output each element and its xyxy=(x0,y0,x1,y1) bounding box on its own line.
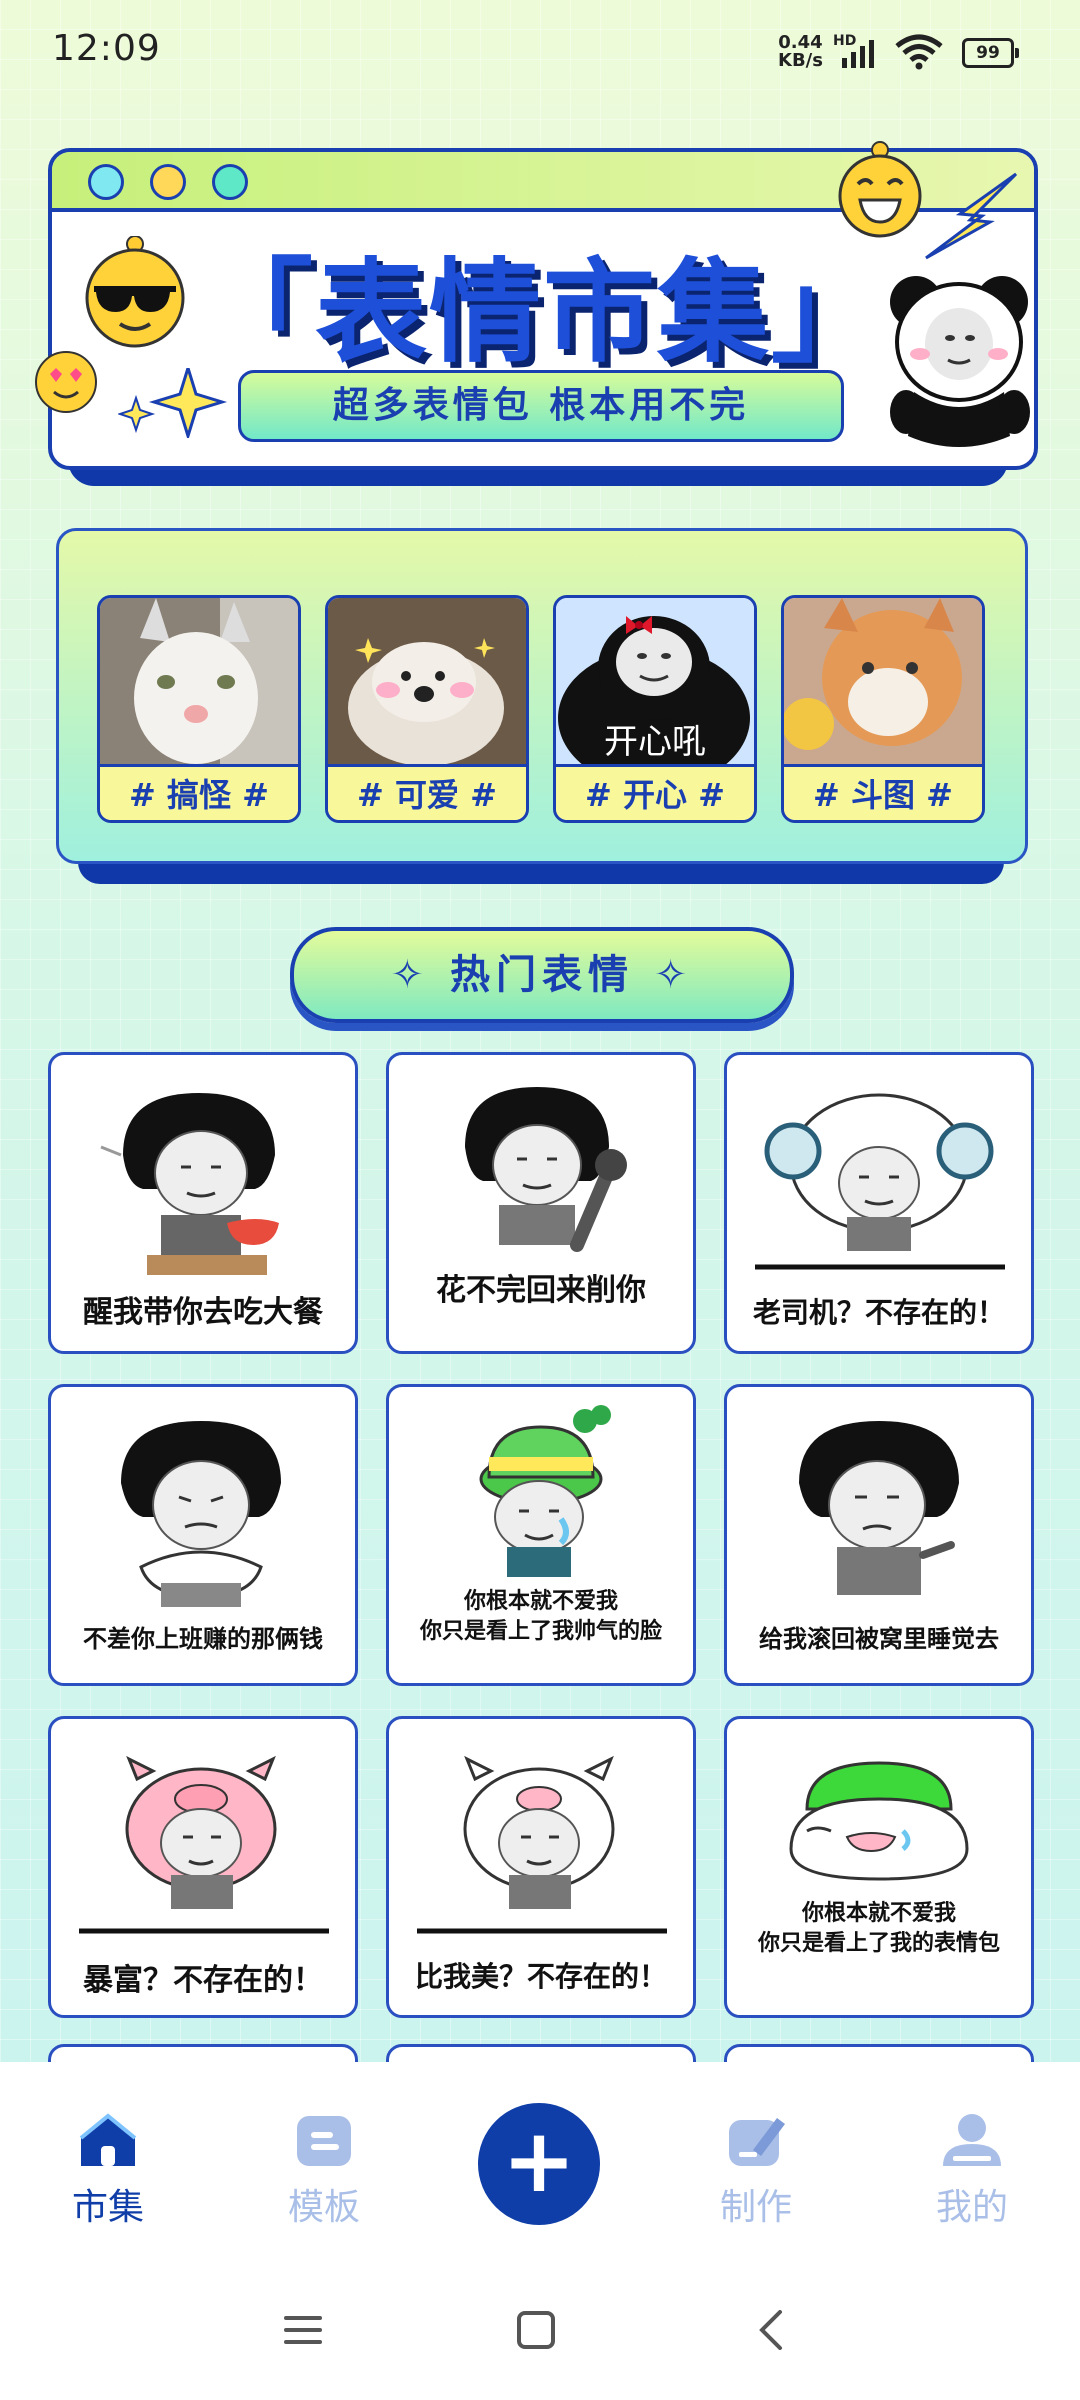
menu-icon[interactable] xyxy=(282,2310,324,2350)
sticker-caption: 不差你上班赚的那俩钱 xyxy=(83,1625,323,1653)
category-item-battle[interactable]: # 斗图 # xyxy=(781,595,985,823)
sticker-card[interactable]: 老司机？不存在的！ xyxy=(724,1052,1034,1354)
category-item-cute[interactable]: # 可爱 # xyxy=(325,595,529,823)
net-speed: 0.44 KB/s xyxy=(778,34,823,70)
category-item-funny[interactable]: # 搞怪 # xyxy=(97,595,301,823)
tab-label: 市集 xyxy=(71,2187,144,2228)
sticker-caption: 给我滚回被窝里睡觉去 xyxy=(759,1625,999,1653)
panda-meme-icon xyxy=(890,276,1030,447)
cute-dog-image xyxy=(328,598,526,764)
sticker-image xyxy=(789,1761,969,1881)
sticker-caption-line: 你只是看上了我帅气的脸 xyxy=(419,1619,662,1644)
tab-profile[interactable]: 我的 xyxy=(902,2110,1042,2230)
sticker-caption: 暴富？不存在的！ xyxy=(83,1963,323,1998)
home-icon xyxy=(79,2113,137,2166)
category-card: # 搞怪 # # 可爱 # 开心吼 # 开心 # # 斗图 # xyxy=(56,528,1028,864)
sticker-card[interactable]: 不差你上班赚的那俩钱 xyxy=(48,1384,358,1686)
category-overlay-text: 开心吼 xyxy=(604,722,706,762)
tab-create[interactable]: 制作 xyxy=(686,2110,826,2230)
category-label: # 可爱 # xyxy=(328,764,526,820)
create-fab-button[interactable]: + xyxy=(478,2103,600,2225)
sticker-caption: 你根本就不爱我 你只是看上了我帅气的脸 xyxy=(389,1587,693,1647)
sticker-caption: 花不完回来削你 xyxy=(436,1273,646,1308)
window-dot-icon xyxy=(88,164,124,200)
sticker-card[interactable]: 比我美？不存在的！ xyxy=(386,1716,696,2018)
signal-icon xyxy=(842,40,874,68)
category-label: # 开心 # xyxy=(556,764,754,820)
tab-label: 模板 xyxy=(287,2187,360,2228)
category-item-happy[interactable]: 开心吼 # 开心 # xyxy=(553,595,757,823)
battle-cat-image xyxy=(784,598,982,764)
net-speed-unit: KB/s xyxy=(778,50,823,71)
sticker-caption: 老司机？不存在的！ xyxy=(752,1296,1005,1329)
sticker-card[interactable]: 给我滚回被窝里睡觉去 xyxy=(724,1384,1034,1686)
category-label: # 搞怪 # xyxy=(100,764,298,820)
status-bar: 12:09 0.44 KB/s HD 99 xyxy=(0,0,1080,100)
tab-label: 我的 xyxy=(935,2187,1008,2228)
window-dot-icon xyxy=(212,164,248,200)
funny-cat-image xyxy=(100,598,298,764)
sticker-card[interactable]: 花不完回来削你 xyxy=(386,1052,696,1354)
lightning-icon xyxy=(925,172,1018,260)
hot-stickers-header: ✧ 热门表情 ✧ xyxy=(290,927,794,1023)
sticker-caption: 比我美？不存在的！ xyxy=(414,1960,667,1993)
tab-templates[interactable]: 模板 xyxy=(254,2110,394,2230)
wifi-icon xyxy=(895,34,943,70)
battery-indicator: 99 xyxy=(962,38,1019,68)
category-label: # 斗图 # xyxy=(784,764,982,820)
sticker-card[interactable]: 醒我带你去吃大餐 xyxy=(48,1052,358,1354)
home-square-icon[interactable] xyxy=(516,2310,556,2350)
template-icon xyxy=(297,2116,351,2166)
sunglasses-emoji-icon xyxy=(85,236,185,348)
sticker-caption-line: 你只是看上了我的表情包 xyxy=(757,1931,1000,1956)
sparkle-icon xyxy=(118,368,228,438)
banner-subtitle: 超多表情包 根本用不完 xyxy=(238,370,844,442)
sticker-card[interactable]: 暴富？不存在的！ xyxy=(48,1716,358,2018)
edit-icon xyxy=(729,2118,785,2166)
tab-label: 制作 xyxy=(719,2187,792,2228)
status-time: 12:09 xyxy=(52,28,161,69)
sticker-caption-line: 你根本就不爱我 xyxy=(463,1589,618,1614)
sticker-caption: 醒我带你去吃大餐 xyxy=(83,1295,323,1330)
heart-eyes-emoji-icon xyxy=(35,351,97,413)
back-icon[interactable] xyxy=(756,2310,786,2350)
sticker-caption: 你根本就不爱我 你只是看上了我的表情包 xyxy=(727,1899,1031,1959)
sticker-caption-line: 你根本就不爱我 xyxy=(801,1901,956,1926)
window-dot-icon xyxy=(150,164,186,200)
sticker-card[interactable]: 你根本就不爱我 你只是看上了我的表情包 xyxy=(724,1716,1034,2018)
sticker-card[interactable]: 你根本就不爱我 你只是看上了我帅气的脸 xyxy=(386,1384,696,1686)
user-icon xyxy=(943,2114,1001,2166)
tab-market[interactable]: 市集 xyxy=(38,2110,178,2230)
laughing-emoji-icon xyxy=(838,141,922,238)
